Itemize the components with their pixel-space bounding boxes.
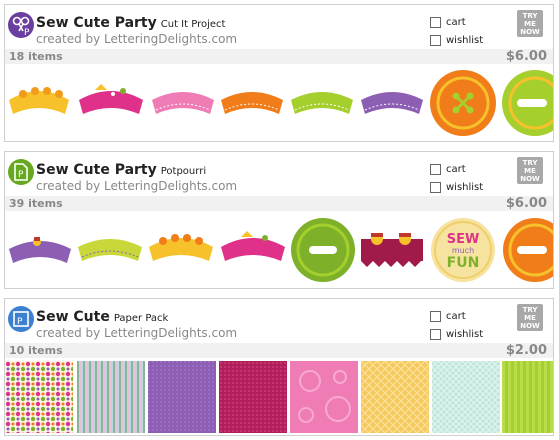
thumbnail-strip (5, 64, 554, 141)
thumbnail-yellow-wrapper[interactable] (147, 229, 215, 265)
thumbnail-orange-wrapper[interactable] (219, 86, 285, 118)
product-name[interactable]: Sew Cute Party (36, 162, 157, 178)
try-label-2: ME (524, 314, 536, 322)
try-label-1: TRY (522, 159, 538, 167)
wishlist-option[interactable]: wishlist (430, 35, 483, 46)
cart-label: cart (446, 17, 466, 28)
product-name[interactable]: Sew Cute Party (36, 15, 157, 31)
item-count: 39 items (9, 197, 63, 210)
thumbnail-maroon-paper[interactable] (219, 361, 287, 433)
creator-byline[interactable]: created by LetteringDelights.com (36, 179, 237, 193)
wishlist-label: wishlist (446, 182, 484, 193)
try-label-3: NOW (520, 322, 540, 330)
wishlist-option[interactable]: wishlist (430, 329, 483, 340)
svg-text:P: P (17, 317, 23, 327)
wishlist-checkbox[interactable] (430, 182, 441, 193)
cart-label: cart (446, 164, 466, 175)
thumbnail-pink-paper[interactable] (290, 361, 358, 433)
cart-label: cart (446, 311, 466, 322)
product-type: Potpourri (160, 166, 207, 177)
thumbnail-purple-paper[interactable] (148, 361, 216, 433)
scissors-icon: P (8, 12, 34, 38)
thumbnail-sew-much-fun[interactable]: SEWmuchFUN (429, 215, 497, 285)
creator-byline[interactable]: created by LetteringDelights.com (36, 32, 237, 46)
wishlist-option[interactable]: wishlist (430, 182, 483, 193)
cart-option[interactable]: cart (430, 17, 466, 28)
much-text: much (452, 246, 474, 255)
creator-byline[interactable]: created by LetteringDelights.com (36, 326, 237, 340)
product-name[interactable]: Sew Cute (36, 309, 110, 325)
thumbnail-lime-wrapper[interactable] (76, 233, 144, 265)
price: $2.00 (505, 343, 547, 358)
product-header: P Sew Cute Paper Pack created by Letterin… (5, 299, 553, 343)
thumbnail-strip (5, 358, 554, 435)
wishlist-checkbox[interactable] (430, 35, 441, 46)
document-icon: P (8, 159, 34, 185)
sew-text: SEW (447, 232, 480, 247)
try-me-now-button[interactable]: TRY ME NOW (517, 10, 543, 37)
thumbnail-green-button[interactable] (289, 215, 357, 285)
item-count: 18 items (9, 50, 63, 63)
price: $6.00 (505, 196, 547, 211)
cart-checkbox[interactable] (430, 311, 441, 322)
wishlist-label: wishlist (446, 35, 484, 46)
thumbnail-maroon-banner[interactable] (359, 229, 425, 269)
cart-checkbox[interactable] (430, 17, 441, 28)
product-header: P Sew Cute Party Cut It Project created b… (5, 5, 553, 49)
product-type: Paper Pack (113, 313, 169, 324)
cart-option[interactable]: cart (430, 311, 466, 322)
product-card: P Sew Cute Party Cut It Project created b… (4, 4, 554, 142)
try-label-1: TRY (522, 12, 538, 20)
price: $6.00 (505, 49, 547, 64)
thumbnail-yellow-paper[interactable] (361, 361, 429, 433)
wishlist-label: wishlist (446, 329, 484, 340)
thumbnail-dots-paper[interactable] (5, 361, 73, 433)
try-label-2: ME (524, 167, 536, 175)
thumbnail-lime-wrapper[interactable] (289, 86, 355, 118)
item-count-bar: 39 items $6.00 (5, 196, 553, 211)
product-title[interactable]: Sew Cute Paper Pack (36, 306, 168, 325)
thumbnail-orange-button[interactable] (429, 66, 497, 140)
svg-text:P: P (24, 28, 30, 38)
fun-text: FUN (447, 255, 480, 271)
thumbnail-pink-wrapper[interactable] (77, 82, 145, 118)
try-label-3: NOW (520, 28, 540, 36)
product-title[interactable]: Sew Cute Party Cut It Project (36, 12, 225, 31)
try-me-now-button[interactable]: TRY ME NOW (517, 304, 543, 331)
try-label-1: TRY (522, 306, 538, 314)
item-count: 10 items (9, 344, 63, 357)
thumbnail-orange-button[interactable] (499, 215, 554, 285)
product-card: P Sew Cute Party Potpourri created by Let… (4, 151, 554, 289)
thumbnail-pink-wrapper[interactable] (219, 229, 287, 265)
thumbnail-stripe-paper[interactable] (77, 361, 145, 433)
product-type: Cut It Project (160, 19, 226, 30)
item-count-bar: 10 items $2.00 (5, 343, 553, 358)
product-card: P Sew Cute Paper Pack created by Letterin… (4, 298, 554, 436)
thumbnail-purple-wrapper[interactable] (7, 233, 73, 267)
cart-checkbox[interactable] (430, 164, 441, 175)
thumbnail-lime-paper[interactable] (502, 361, 554, 433)
thumbnail-lightpink-wrapper[interactable] (150, 86, 216, 118)
thumbnail-yellow-wrapper[interactable] (7, 82, 71, 118)
try-label-3: NOW (520, 175, 540, 183)
wishlist-checkbox[interactable] (430, 329, 441, 340)
paper-icon: P (8, 306, 34, 332)
product-title[interactable]: Sew Cute Party Potpourri (36, 159, 206, 178)
svg-text:P: P (18, 170, 24, 180)
product-header: P Sew Cute Party Potpourri created by Let… (5, 152, 553, 196)
thumbnail-strip: SEW much FUN (5, 211, 554, 288)
thumbnail-green-button[interactable] (499, 66, 554, 140)
try-me-now-button[interactable]: TRY ME NOW (517, 157, 543, 184)
item-count-bar: 18 items $6.00 (5, 49, 553, 64)
thumbnail-purple-wrapper[interactable] (359, 86, 425, 118)
cart-option[interactable]: cart (430, 164, 466, 175)
thumbnail-mint-paper[interactable] (432, 361, 500, 433)
try-label-2: ME (524, 20, 536, 28)
